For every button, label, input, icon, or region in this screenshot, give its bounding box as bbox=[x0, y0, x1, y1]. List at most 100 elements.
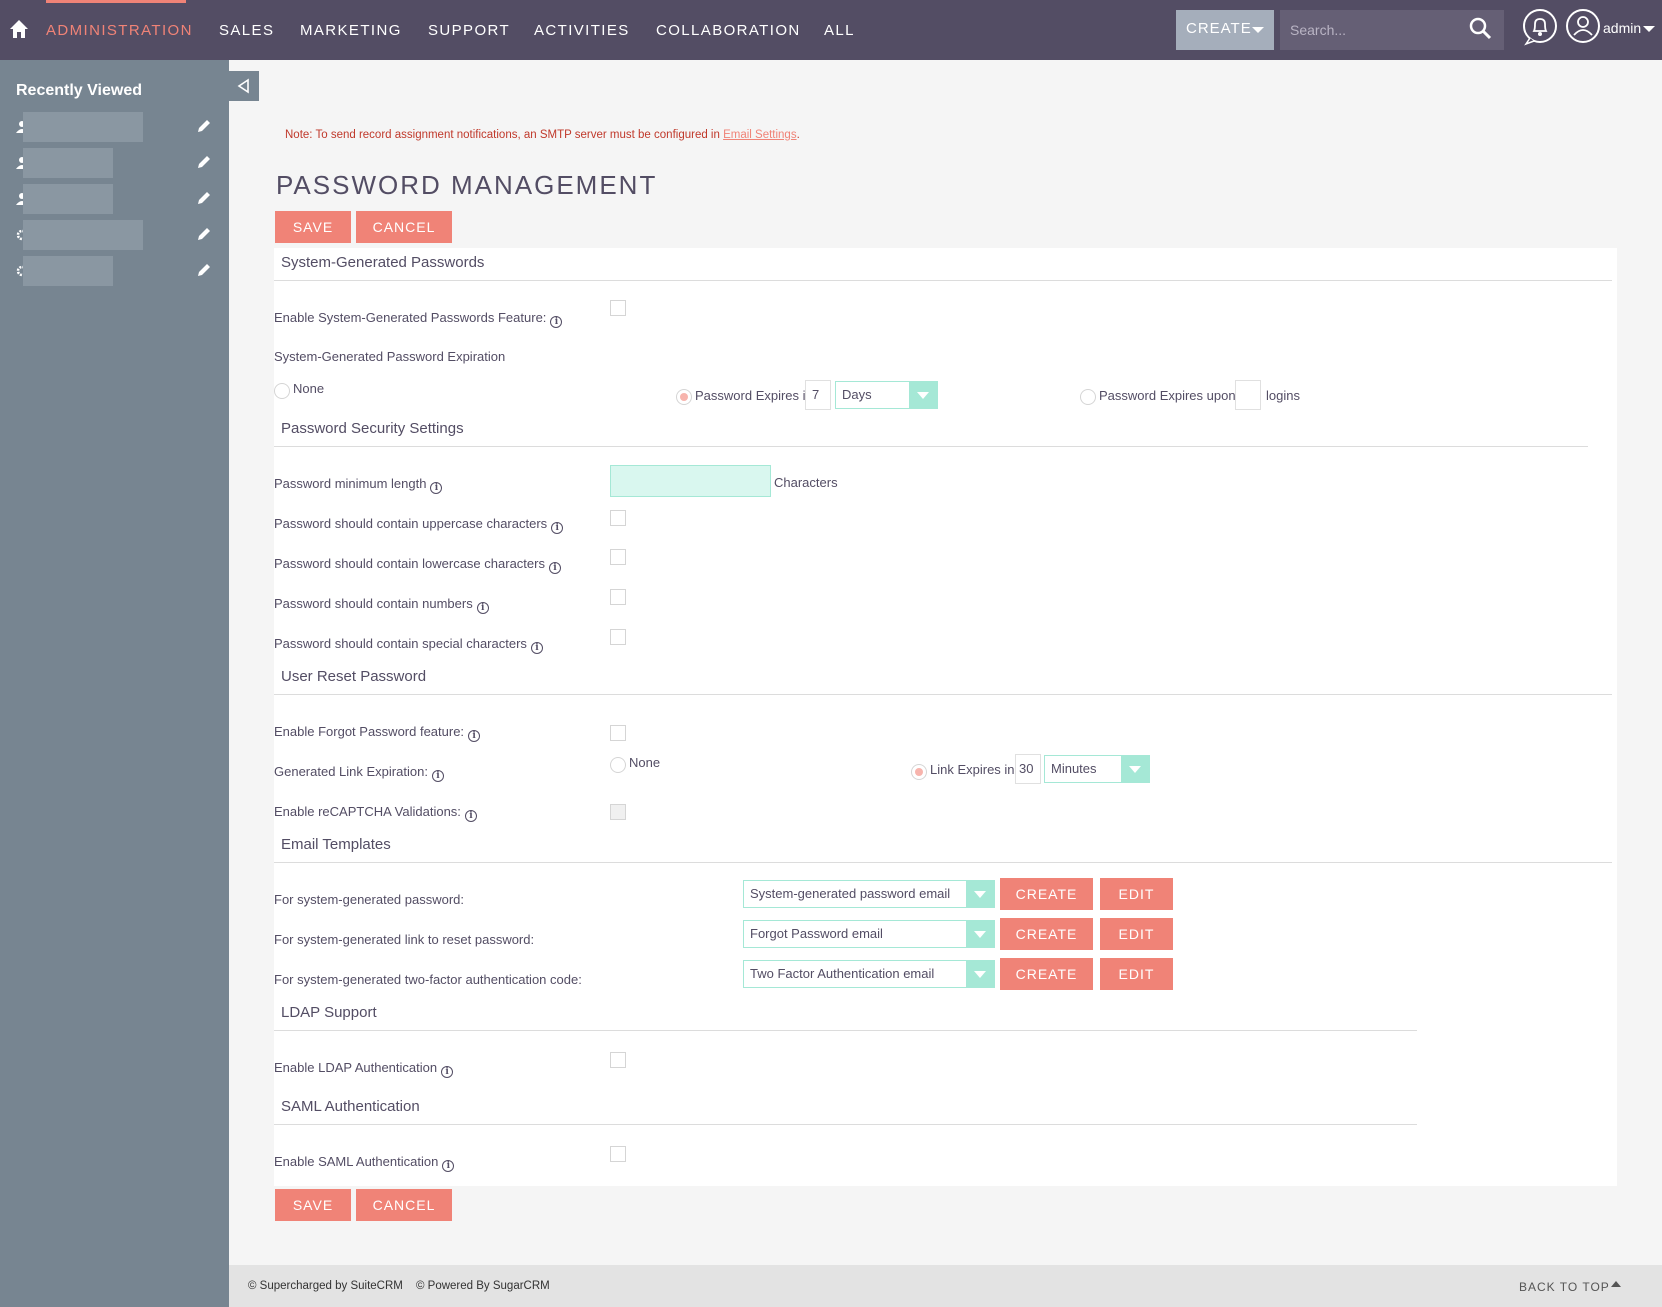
ldap-checkbox[interactable] bbox=[610, 1052, 626, 1068]
link-expiration-label: Generated Link Expiration: i bbox=[274, 764, 444, 782]
info-icon[interactable]: i bbox=[442, 1160, 455, 1172]
template-select-two-factor[interactable]: Two Factor Authentication email bbox=[743, 960, 995, 988]
redacted-record-name bbox=[23, 112, 143, 142]
chevron-down-icon bbox=[1252, 27, 1264, 33]
expires-unit-select[interactable]: Days bbox=[835, 381, 938, 409]
enable-system-generated-text: Enable System-Generated Passwords Featur… bbox=[274, 310, 547, 325]
expires-upon-radio[interactable] bbox=[1080, 389, 1096, 405]
nav-activities[interactable]: ACTIVITIES bbox=[534, 22, 630, 39]
link-unit-value: Minutes bbox=[1051, 761, 1097, 776]
forgot-password-checkbox[interactable] bbox=[610, 725, 626, 741]
pencil-icon[interactable] bbox=[196, 190, 212, 206]
smtp-note: Note: To send record assignment notifica… bbox=[285, 129, 800, 141]
link-expires-radio[interactable] bbox=[911, 764, 927, 780]
user-circle-icon[interactable] bbox=[1565, 8, 1601, 44]
create-menu-button[interactable]: CREATE bbox=[1176, 10, 1274, 50]
nav-sales[interactable]: SALES bbox=[219, 22, 274, 39]
page-title: PASSWORD MANAGEMENT bbox=[276, 170, 658, 200]
smtp-note-text: Note: To send record assignment notifica… bbox=[285, 129, 724, 141]
section-title-ldap: LDAP Support bbox=[281, 1004, 377, 1021]
pencil-icon[interactable] bbox=[196, 154, 212, 170]
link-none-radio[interactable] bbox=[610, 757, 626, 773]
expires-upon-input[interactable] bbox=[1235, 380, 1261, 410]
special-checkbox[interactable] bbox=[610, 629, 626, 645]
recent-item[interactable] bbox=[16, 220, 216, 250]
chevron-down-icon[interactable] bbox=[1643, 26, 1655, 32]
template-value-two-factor: Two Factor Authentication email bbox=[750, 966, 935, 981]
pencil-icon[interactable] bbox=[196, 226, 212, 242]
uppercase-label: Password should contain uppercase charac… bbox=[274, 516, 564, 534]
recent-item[interactable] bbox=[16, 184, 216, 214]
chevron-down-icon bbox=[1121, 756, 1149, 782]
expires-in-input[interactable]: 7 bbox=[805, 380, 831, 410]
info-icon[interactable]: i bbox=[430, 482, 443, 494]
nav-all[interactable]: ALL bbox=[824, 22, 855, 39]
chevron-up-icon[interactable] bbox=[1611, 1281, 1621, 1287]
template-value-system-generated: System-generated password email bbox=[750, 886, 951, 901]
lowercase-label: Password should contain lowercase charac… bbox=[274, 556, 561, 574]
suitecrm-credit[interactable]: © Supercharged by SuiteCRM bbox=[248, 1280, 403, 1292]
link-expires-input[interactable]: 30 bbox=[1015, 754, 1041, 784]
min-length-label: Password minimum length i bbox=[274, 476, 443, 494]
recent-item[interactable] bbox=[16, 148, 216, 178]
template-select-system-generated[interactable]: System-generated password email bbox=[743, 880, 995, 908]
saml-checkbox[interactable] bbox=[610, 1146, 626, 1162]
nav-administration[interactable]: ADMINISTRATION bbox=[46, 22, 193, 39]
info-icon[interactable]: i bbox=[464, 810, 477, 822]
bell-icon[interactable] bbox=[1522, 8, 1558, 46]
min-length-text: Password minimum length bbox=[274, 476, 427, 491]
home-icon[interactable] bbox=[8, 18, 30, 40]
section-divider bbox=[274, 862, 1612, 863]
enable-system-generated-checkbox[interactable] bbox=[610, 300, 626, 316]
search-icon[interactable] bbox=[1468, 16, 1492, 40]
nav-collaboration[interactable]: COLLABORATION bbox=[656, 22, 801, 39]
back-to-top-link[interactable]: BACK TO TOP bbox=[1519, 1280, 1610, 1294]
cancel-button[interactable]: CANCEL bbox=[356, 211, 452, 243]
forgot-password-text: Enable Forgot Password feature: bbox=[274, 724, 465, 739]
expires-in-radio[interactable] bbox=[676, 389, 692, 405]
template-create-button[interactable]: CREATE bbox=[1000, 958, 1093, 990]
pencil-icon[interactable] bbox=[196, 262, 212, 278]
cancel-button[interactable]: CANCEL bbox=[356, 1189, 452, 1221]
template-label-two-factor: For system-generated two-factor authenti… bbox=[274, 972, 582, 987]
save-button[interactable]: SAVE bbox=[275, 1189, 351, 1221]
template-edit-button[interactable]: EDIT bbox=[1100, 958, 1173, 990]
info-icon[interactable]: i bbox=[530, 642, 543, 654]
info-icon[interactable]: i bbox=[431, 770, 444, 782]
nav-support[interactable]: SUPPORT bbox=[428, 22, 510, 39]
redacted-record-name bbox=[23, 184, 113, 214]
ldap-label: Enable LDAP Authentication i bbox=[274, 1060, 454, 1078]
info-icon[interactable]: i bbox=[548, 562, 561, 574]
chevron-down-icon bbox=[966, 881, 994, 907]
uppercase-checkbox[interactable] bbox=[610, 510, 626, 526]
save-button[interactable]: SAVE bbox=[275, 211, 351, 243]
expiration-none-radio[interactable] bbox=[274, 383, 290, 399]
min-length-input[interactable] bbox=[610, 465, 771, 497]
info-icon[interactable]: i bbox=[468, 730, 481, 742]
template-create-button[interactable]: CREATE bbox=[1000, 878, 1093, 910]
template-value-reset-link: Forgot Password email bbox=[750, 926, 883, 941]
email-settings-link[interactable]: Email Settings bbox=[723, 129, 797, 141]
link-unit-select[interactable]: Minutes bbox=[1044, 755, 1150, 783]
recent-item[interactable] bbox=[16, 256, 216, 286]
pencil-icon[interactable] bbox=[196, 118, 212, 134]
section-divider bbox=[274, 280, 1612, 281]
recaptcha-checkbox[interactable] bbox=[610, 804, 626, 820]
info-icon[interactable]: i bbox=[550, 316, 563, 328]
info-icon[interactable]: i bbox=[551, 522, 564, 534]
info-icon[interactable]: i bbox=[441, 1066, 454, 1078]
lowercase-checkbox[interactable] bbox=[610, 549, 626, 565]
info-icon[interactable]: i bbox=[476, 602, 489, 614]
numbers-text: Password should contain numbers bbox=[274, 596, 473, 611]
template-select-reset-link[interactable]: Forgot Password email bbox=[743, 920, 995, 948]
section-divider bbox=[274, 1124, 1417, 1125]
template-label-system-generated: For system-generated password: bbox=[274, 892, 465, 907]
template-create-button[interactable]: CREATE bbox=[1000, 918, 1093, 950]
user-menu-label[interactable]: admin bbox=[1603, 20, 1641, 36]
numbers-checkbox[interactable] bbox=[610, 589, 626, 605]
template-edit-button[interactable]: EDIT bbox=[1100, 918, 1173, 950]
template-edit-button[interactable]: EDIT bbox=[1100, 878, 1173, 910]
sugarcrm-credit[interactable]: © Powered By SugarCRM bbox=[416, 1280, 550, 1292]
nav-marketing[interactable]: MARKETING bbox=[300, 22, 402, 39]
recent-item[interactable] bbox=[16, 112, 216, 142]
